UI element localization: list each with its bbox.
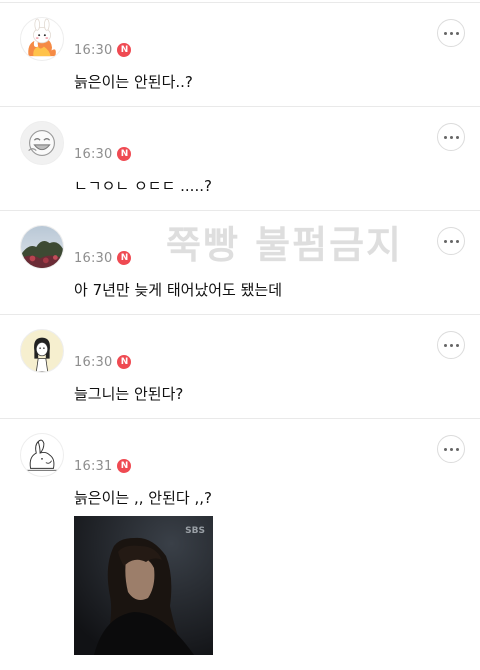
more-dots-icon (443, 447, 447, 451)
comment-meta: 16:31 N (74, 457, 132, 475)
more-options-button[interactable] (437, 19, 465, 47)
divider (0, 210, 480, 211)
more-options-button[interactable] (437, 123, 465, 151)
avatar[interactable] (20, 121, 64, 165)
new-badge: N (117, 459, 132, 473)
watermark: 쭉빵 불펌금지 (166, 223, 403, 267)
girl-drawing-avatar-icon (21, 330, 63, 372)
comment-time: 16:30 (74, 42, 113, 58)
laughing-face-avatar-icon (21, 122, 63, 164)
comment-meta: 16:30 N (74, 353, 132, 371)
tree-photo-avatar-icon (21, 226, 63, 268)
tv-logo: SBS (185, 526, 205, 536)
new-badge: N (117, 43, 132, 57)
comment-time: 16:31 (74, 458, 113, 474)
more-options-button[interactable] (437, 227, 465, 255)
comment-text: 늙은이는 ,, 안된다 ,,? (74, 489, 212, 507)
divider (0, 106, 480, 107)
new-badge: N (117, 251, 132, 265)
comment-feed: 16:30 N 늙은이는 안된다..? 16:30 N ㄴㄱㅇㄴ ㅇㄷㄷ ...… (0, 0, 480, 670)
avatar[interactable] (20, 329, 64, 373)
more-dots-icon (443, 343, 447, 347)
comment-photo[interactable]: SBS (74, 516, 213, 655)
comment-text: 늙은이는 안된다..? (74, 73, 193, 91)
more-dots-icon (443, 31, 447, 35)
avatar[interactable] (20, 225, 64, 269)
flame-rabbit-avatar-icon (21, 18, 63, 60)
comment-text: 늘그니는 안된다? (74, 385, 184, 403)
comment-time: 16:30 (74, 146, 113, 162)
comment-meta: 16:30 N (74, 249, 132, 267)
new-badge: N (117, 147, 132, 161)
more-dots-icon (443, 239, 447, 243)
new-badge: N (117, 355, 132, 369)
comment-time: 16:30 (74, 354, 113, 370)
comment-meta: 16:30 N (74, 145, 132, 163)
person-photo-image (74, 516, 213, 655)
more-options-button[interactable] (437, 435, 465, 463)
comment-text: ㄴㄱㅇㄴ ㅇㄷㄷ .....? (74, 177, 212, 195)
divider (0, 314, 480, 315)
divider (0, 2, 480, 3)
divider (0, 418, 480, 419)
comment-meta: 16:30 N (74, 41, 132, 59)
avatar[interactable] (20, 433, 64, 477)
comment-text: 아 7년만 늦게 태어났어도 됐는데 (74, 281, 283, 299)
more-dots-icon (443, 135, 447, 139)
avatar[interactable] (20, 17, 64, 61)
more-options-button[interactable] (437, 331, 465, 359)
rabbit-sketch-avatar-icon (21, 434, 63, 476)
comment-time: 16:30 (74, 250, 113, 266)
